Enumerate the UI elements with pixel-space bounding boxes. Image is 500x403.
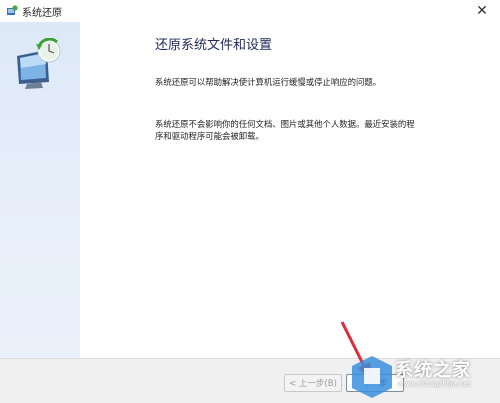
system-restore-icon (7, 5, 18, 15)
watermark-url: www.xitongzhijia.net (398, 380, 471, 388)
close-icon: ✕ (476, 3, 488, 19)
close-button[interactable]: ✕ (464, 0, 500, 22)
system-restore-illustration-icon (17, 38, 61, 89)
title-bar: 系统还原 ✕ (0, 0, 500, 23)
window-title: 系统还原 (22, 8, 62, 19)
page-heading: 还原系统文件和设置 (155, 38, 273, 53)
main-content: 还原系统文件和设置 系统还原可以帮助解决使计算机运行缓慢或停止响应的问题。 系统… (80, 22, 500, 358)
back-button: < 上一步(B) (284, 374, 342, 392)
side-panel (0, 22, 80, 358)
description-paragraph-1: 系统还原可以帮助解决使计算机运行缓慢或停止响应的问题。 (155, 77, 382, 87)
description-paragraph-2: 系统还原不会影响你的任何文档、图片或其他个人数据。最近安装的程序和驱动程序可能会… (155, 119, 415, 141)
watermark-text: 系统之家 (395, 360, 471, 381)
